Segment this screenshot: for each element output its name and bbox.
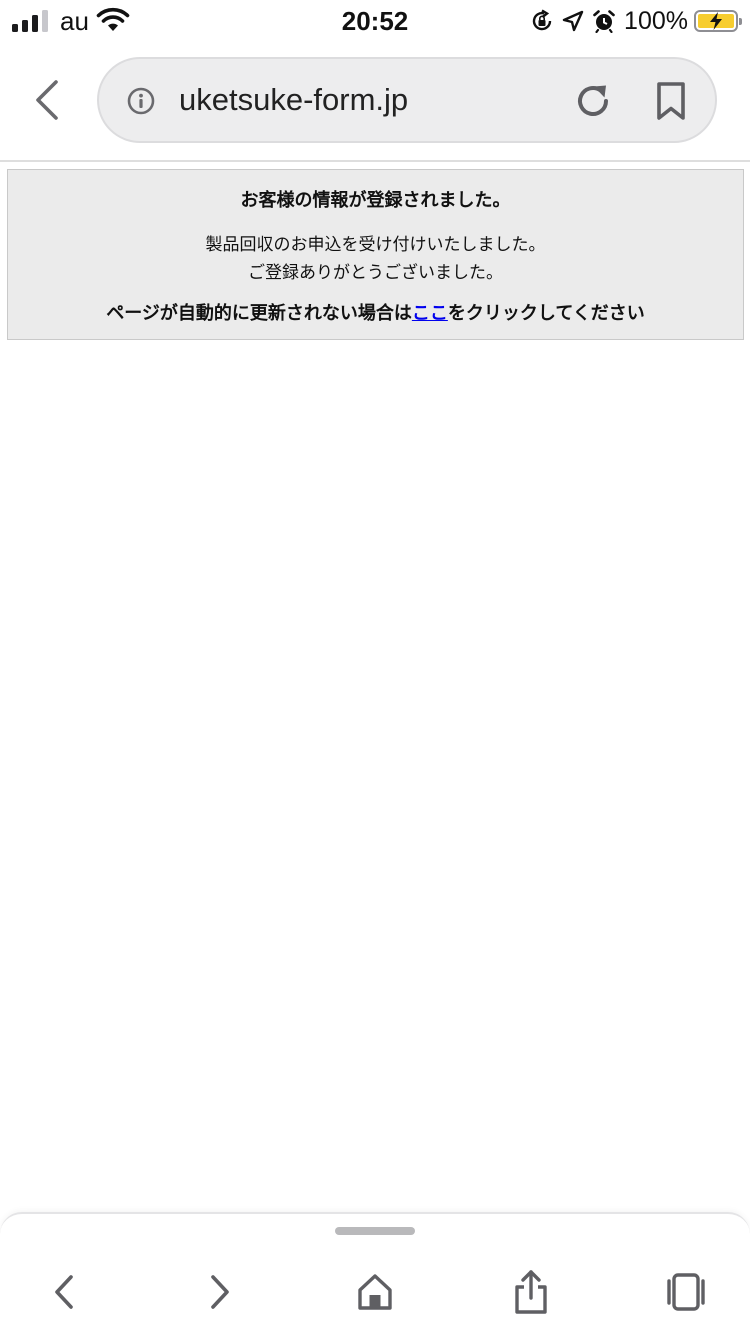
toolbar-divider bbox=[0, 160, 750, 162]
back-chevron-icon[interactable] bbox=[30, 78, 64, 122]
bottom-toolbar bbox=[0, 1212, 750, 1336]
battery-charging-icon bbox=[694, 10, 742, 32]
home-icon[interactable] bbox=[353, 1270, 397, 1314]
redirect-link[interactable]: ここ bbox=[412, 303, 448, 324]
url-text[interactable]: uketsuke-form.jp bbox=[179, 80, 408, 120]
status-bar: au 20:52 100% bbox=[0, 0, 750, 42]
tabs-icon[interactable] bbox=[664, 1270, 708, 1314]
notice-title: お客様の情報が登録されました。 bbox=[240, 190, 511, 211]
redirect-instruction: ページが自動的に更新されない場合はここをクリックしてください bbox=[8, 301, 743, 327]
notice-message-line1: 製品回収のお申込を受け付けいたしました。 bbox=[205, 235, 546, 255]
toolbar-grabber-handle[interactable] bbox=[335, 1227, 415, 1235]
alarm-icon bbox=[592, 9, 616, 33]
location-icon bbox=[562, 10, 584, 32]
notice-message-line2: ご登録ありがとうございました。 bbox=[248, 263, 503, 283]
reload-icon[interactable] bbox=[573, 81, 613, 121]
info-icon[interactable] bbox=[127, 87, 155, 115]
back-icon[interactable] bbox=[42, 1270, 86, 1314]
bookmark-icon[interactable] bbox=[655, 81, 687, 121]
orientation-lock-icon bbox=[530, 9, 554, 33]
redirect-prefix: ページが自動的に更新されない場合は bbox=[106, 303, 412, 324]
redirect-suffix: をクリックしてください bbox=[447, 303, 645, 324]
address-bar[interactable]: uketsuke-form.jp bbox=[97, 57, 717, 143]
status-indicators: 100% bbox=[530, 5, 742, 37]
registration-notice-box: お客様の情報が登録されました。 製品回収のお申込を受け付けいたしました。 ご登録… bbox=[7, 169, 744, 340]
battery-percentage: 100% bbox=[624, 6, 688, 35]
share-icon[interactable] bbox=[509, 1270, 553, 1314]
forward-icon[interactable] bbox=[198, 1270, 242, 1314]
